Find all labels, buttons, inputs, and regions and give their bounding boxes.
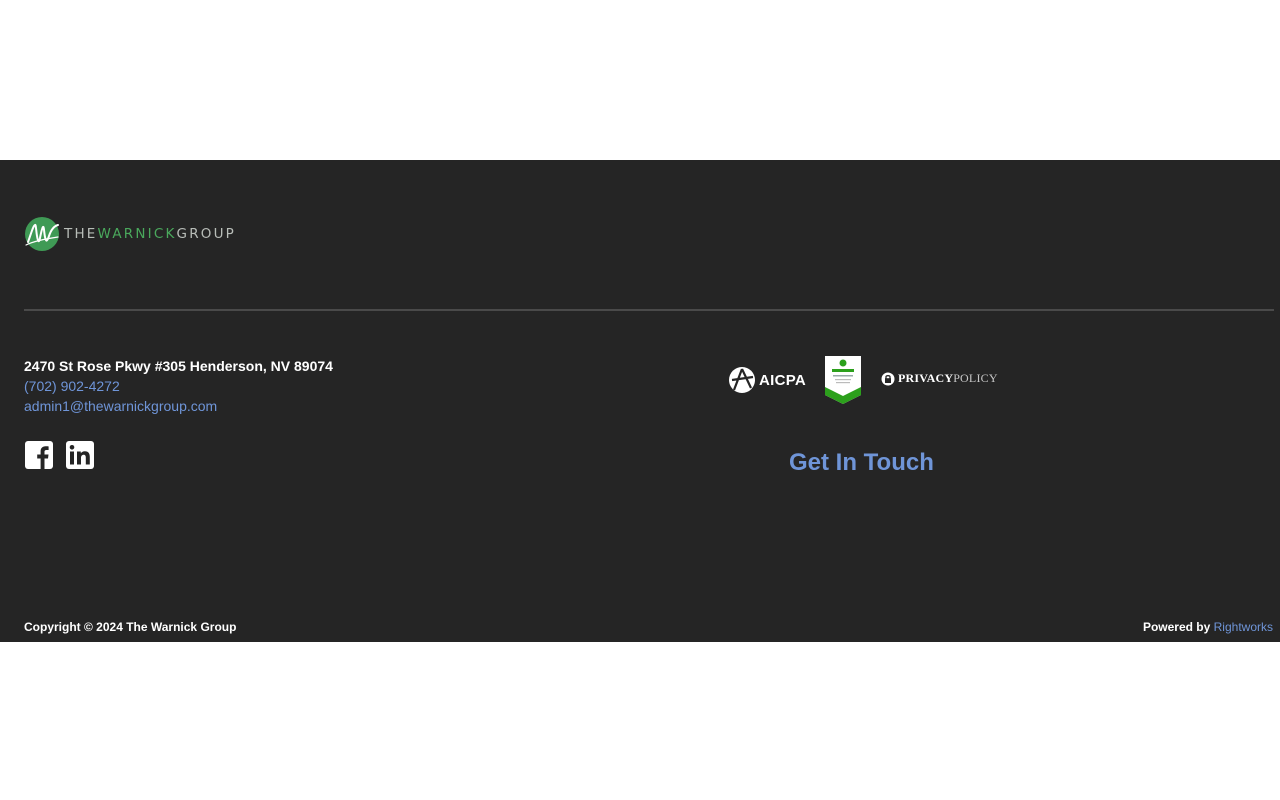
linkedin-icon (66, 441, 94, 469)
page-top-area (0, 0, 1280, 160)
footer-divider (24, 309, 1274, 311)
get-in-touch-link[interactable]: Get In Touch (789, 448, 934, 478)
privacy-policy-link[interactable]: PRIVACYPOLICY (881, 371, 998, 386)
phone-link[interactable]: (702) 902-4272 (24, 376, 120, 396)
page-bottom-area (0, 642, 1280, 800)
facebook-link[interactable] (25, 441, 53, 469)
aicpa-icon (729, 367, 755, 393)
linkedin-link[interactable] (66, 441, 94, 469)
rightworks-link[interactable]: Rightworks (1214, 620, 1273, 634)
office-address: 2470 St Rose Pkwy #305 Henderson, NV 890… (24, 358, 333, 374)
copyright-text: Copyright © 2024 The Warnick Group (24, 620, 237, 634)
warnick-w-icon (25, 217, 59, 251)
facebook-icon (25, 441, 53, 469)
email-link[interactable]: admin1@thewarnickgroup.com (24, 396, 217, 416)
lock-icon (881, 372, 895, 385)
quickbooks-certified-badge (825, 356, 861, 404)
warnick-group-logo[interactable]: THEWARNICKGROUP (24, 216, 236, 252)
powered-by: Powered by Rightworks (1143, 618, 1273, 636)
logo-wordmark: THEWARNICKGROUP (64, 226, 237, 242)
powered-by-label: Powered by (1142, 620, 1214, 634)
site-footer: THEWARNICKGROUP 2470 St Rose Pkwy #305 H… (0, 160, 1280, 642)
aicpa-badge: AICPA (728, 364, 806, 396)
